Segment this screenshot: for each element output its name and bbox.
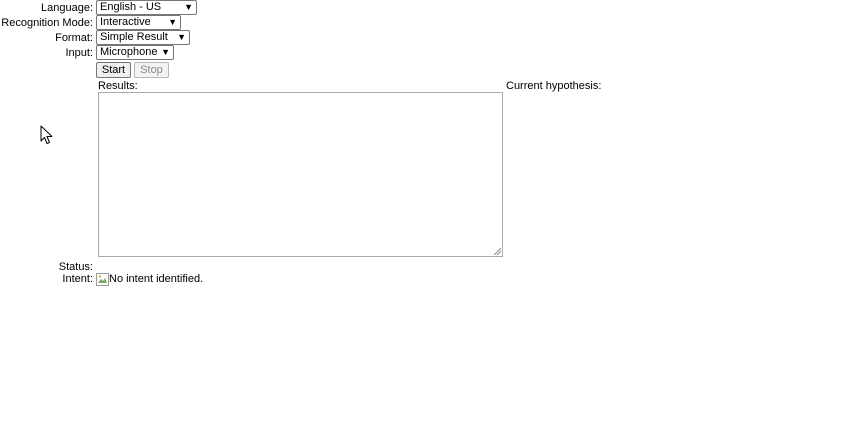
language-select-value: English - US	[100, 1, 162, 13]
format-label: Format:	[55, 32, 93, 44]
recognition-mode-select[interactable]: Interactive ▼	[96, 15, 181, 30]
input-select-value: Microphone	[100, 46, 158, 58]
input-label: Input:	[65, 47, 93, 59]
chevron-down-icon: ▼	[161, 47, 170, 57]
language-select[interactable]: English - US ▼	[96, 0, 197, 15]
intent-label: Intent:	[62, 273, 93, 285]
language-label: Language:	[41, 2, 93, 14]
speech-recognition-form: Language: English - US ▼ Recognition Mod…	[0, 0, 845, 426]
stop-button[interactable]: Stop	[134, 62, 169, 78]
chevron-down-icon: ▼	[177, 32, 186, 42]
chevron-down-icon: ▼	[168, 17, 177, 27]
current-hypothesis-label: Current hypothesis:	[506, 80, 602, 92]
mouse-cursor-icon	[40, 125, 53, 144]
intent-value: No intent identified.	[109, 273, 204, 285]
recognition-mode-select-value: Interactive	[100, 16, 151, 28]
broken-image-icon	[96, 273, 109, 286]
start-button[interactable]: Start	[96, 62, 131, 78]
format-select-value: Simple Result	[100, 31, 168, 43]
format-select[interactable]: Simple Result ▼	[96, 30, 190, 45]
results-textarea[interactable]	[98, 92, 503, 257]
chevron-down-icon: ▼	[184, 2, 193, 12]
resize-handle-icon[interactable]	[493, 247, 501, 255]
input-select[interactable]: Microphone ▼	[96, 45, 174, 60]
recognition-mode-label: Recognition Mode:	[1, 17, 93, 29]
